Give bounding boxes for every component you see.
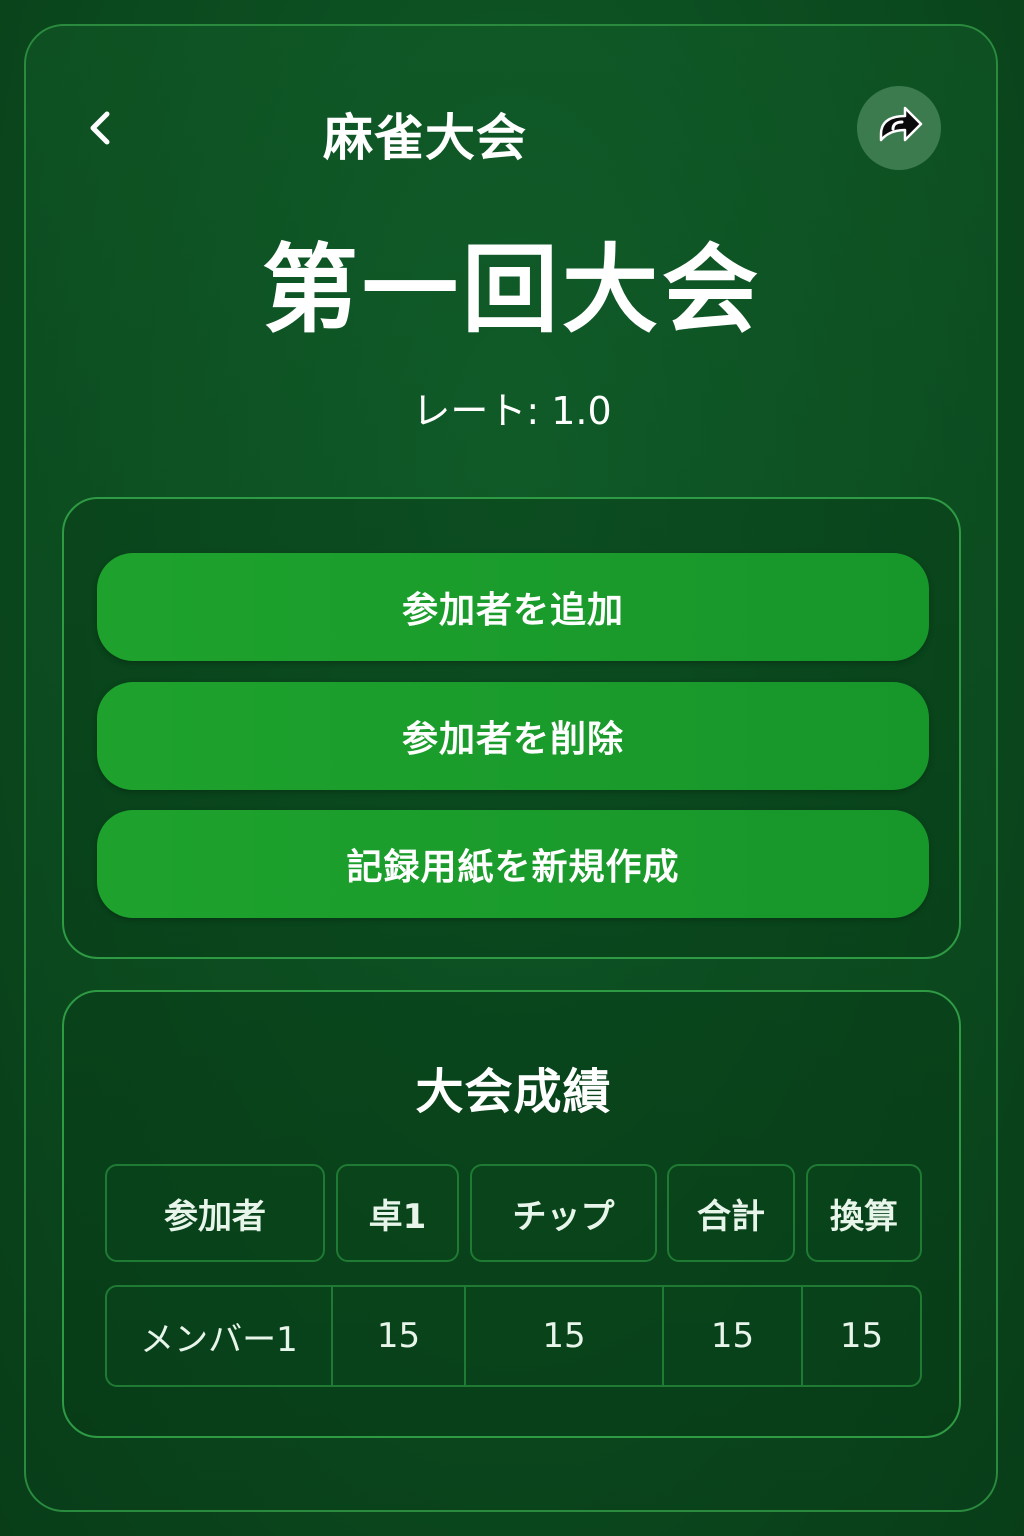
results-title: 大会成績 — [415, 1064, 612, 1120]
share-icon — [879, 106, 923, 142]
row-table1-cell: 15 — [333, 1287, 466, 1385]
add-participant-button[interactable]: 参加者を追加 — [97, 553, 929, 661]
rate-label: レート: 1.0 — [412, 389, 612, 433]
new-score-sheet-button[interactable]: 記録用紙を新規作成 — [97, 810, 929, 918]
column-header-converted: 換算 — [806, 1164, 922, 1262]
actions-card: 参加者を追加 参加者を削除 記録用紙を新規作成 — [62, 497, 961, 959]
row-total-cell: 15 — [664, 1287, 803, 1385]
table-row: メンバー1 15 15 15 15 — [105, 1285, 922, 1387]
app-screen: 麻雀大会 第一回大会 レート: 1.0 参加者を追加 参加者を削除 記録用紙を新… — [0, 0, 1024, 1536]
row-participant-cell: メンバー1 — [107, 1287, 333, 1385]
remove-participant-button[interactable]: 参加者を削除 — [97, 682, 929, 790]
row-converted-cell: 15 — [839, 1316, 884, 1356]
column-header-table1: 卓1 — [336, 1164, 459, 1262]
column-header-total: 合計 — [667, 1164, 795, 1262]
column-header-chip: チップ — [470, 1164, 657, 1262]
app-title: 麻雀大会 — [323, 109, 527, 167]
results-card: 大会成績 参加者 卓1 チップ 合計 換算 メンバー1 15 15 15 15 — [62, 990, 961, 1438]
share-button[interactable] — [857, 86, 941, 170]
column-header-participant: 参加者 — [105, 1164, 325, 1262]
row-chip-cell: 15 — [466, 1287, 664, 1385]
event-title: 第一回大会 — [262, 234, 762, 346]
